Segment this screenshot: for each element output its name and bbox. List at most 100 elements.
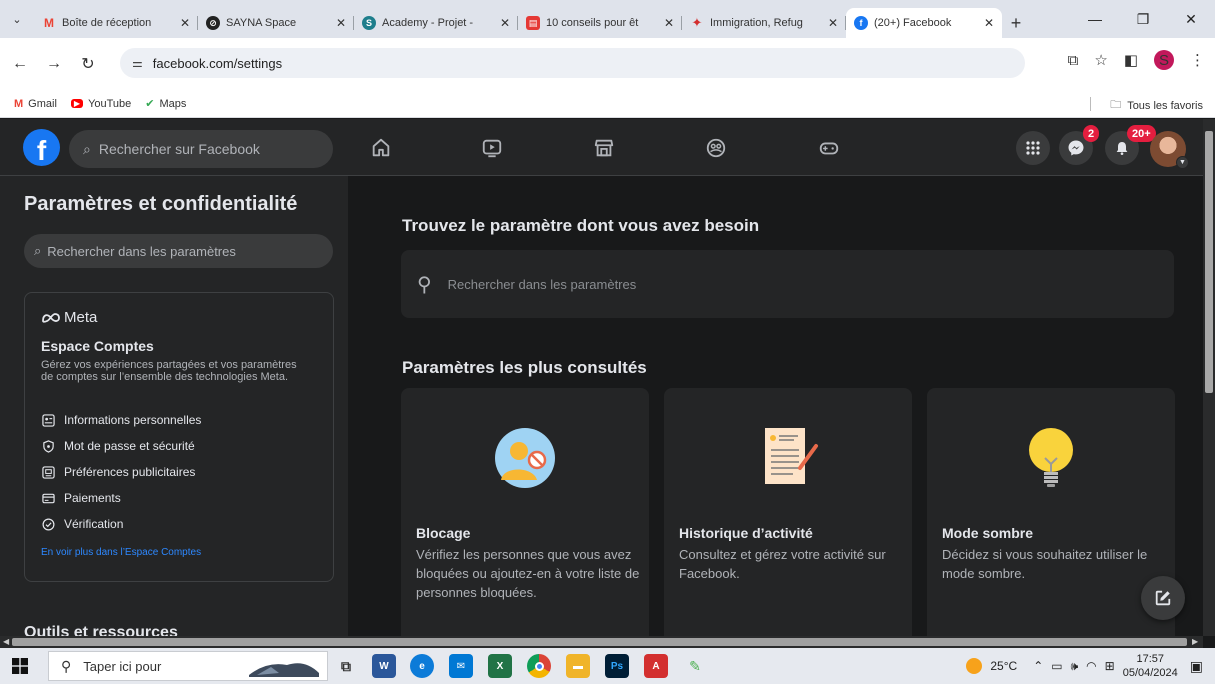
browser-tab-strip: ⌄ M Boîte de réception ✕ ⊘ SAYNA Space ✕…	[0, 0, 1215, 38]
gmail-icon: M	[44, 16, 54, 30]
compose-message-button[interactable]	[1141, 576, 1185, 620]
chrome-icon[interactable]	[527, 654, 551, 678]
edge-icon[interactable]: e	[410, 654, 434, 678]
tab-search-chevron-icon[interactable]: ⌄	[0, 0, 34, 38]
bookmark-maps[interactable]: ✔ Maps	[145, 97, 186, 111]
photoshop-icon[interactable]: Ps	[605, 654, 629, 678]
wifi-icon[interactable]: ◠	[1086, 659, 1096, 673]
close-tab-icon[interactable]: ✕	[984, 16, 994, 30]
settings-main: Trouvez le paramètre dont vous avez beso…	[348, 176, 1203, 636]
reload-icon[interactable]: ↻	[74, 50, 102, 78]
tab-label: (20+) Facebook	[874, 17, 952, 29]
battery-icon[interactable]: ▭	[1051, 659, 1062, 673]
meta-infinity-icon	[42, 312, 60, 323]
close-tab-icon[interactable]: ✕	[180, 16, 190, 30]
sidebar-search-input[interactable]: ⌕ Rechercher dans les paramètres	[24, 234, 333, 268]
tile-activity-log[interactable]: Historique d’activité Consultez et gérez…	[664, 388, 912, 636]
mail-icon[interactable]: ✉	[449, 654, 473, 678]
windows-start-icon[interactable]	[0, 648, 40, 684]
groups-icon[interactable]	[702, 134, 730, 162]
facebook-header: f ⌕ Rechercher sur Facebook 2 20+ ▼	[0, 119, 1203, 176]
folder-icon: 🗀	[1110, 99, 1122, 111]
facebook-search-input[interactable]: ⌕ Rechercher sur Facebook	[69, 130, 333, 168]
tab-article[interactable]: ▤ 10 conseils pour êt ✕	[518, 8, 682, 38]
close-window-icon[interactable]: ✕	[1167, 0, 1215, 38]
close-tab-icon[interactable]: ✕	[336, 16, 346, 30]
paint-icon[interactable]: ✎	[683, 654, 707, 678]
restore-icon[interactable]: ❐	[1119, 0, 1167, 38]
weather-temperature[interactable]: 25°C	[990, 659, 1017, 673]
new-tab-button[interactable]: +	[1002, 8, 1030, 38]
excel-icon[interactable]: X	[488, 654, 512, 678]
back-arrow-icon[interactable]: ←	[6, 50, 34, 78]
sidebar-item-label: Paiements	[64, 491, 121, 505]
chevron-down-icon[interactable]: ▼	[1176, 156, 1189, 169]
accounts-center-more-link[interactable]: En voir plus dans l’Espace Comptes	[41, 547, 201, 558]
weather-sun-icon[interactable]	[966, 658, 983, 674]
profile-avatar[interactable]: S	[1154, 50, 1174, 70]
clock[interactable]: 17:57 05/04/2024	[1123, 652, 1178, 680]
tab-gmail[interactable]: M Boîte de réception ✕	[34, 8, 198, 38]
bookmark-star-icon[interactable]: ☆	[1094, 51, 1107, 69]
taskbar-search-input[interactable]: ⚲ Taper ici pour	[48, 651, 328, 681]
close-tab-icon[interactable]: ✕	[500, 16, 510, 30]
volume-icon[interactable]: 🕪	[1071, 659, 1079, 674]
acrobat-icon[interactable]: A	[644, 654, 668, 678]
menu-kebab-icon[interactable]: ⋮	[1190, 51, 1205, 69]
side-panel-icon[interactable]: ◧	[1124, 51, 1138, 69]
word-icon[interactable]: W	[372, 654, 396, 678]
sidebar-item-label: Informations personnelles	[64, 413, 202, 427]
gaming-icon[interactable]	[815, 134, 843, 162]
url-input[interactable]: ⚌ facebook.com/settings	[120, 48, 1025, 78]
bookmarks-bar: M Gmail ▶ YouTube ✔ Maps 🗀 Tous les favo…	[0, 90, 1215, 118]
tab-facebook[interactable]: f (20+) Facebook ✕	[846, 8, 1002, 38]
all-bookmarks-button[interactable]: 🗀 Tous les favoris	[1110, 96, 1203, 115]
tab-immigration[interactable]: ✦ Immigration, Refug ✕	[682, 8, 846, 38]
article-icon: ▤	[526, 16, 540, 30]
watch-video-icon[interactable]	[478, 134, 506, 162]
horizontal-scroll-thumb[interactable]	[12, 638, 1187, 646]
shield-icon	[41, 439, 55, 453]
forward-arrow-icon[interactable]: →	[40, 50, 68, 78]
search-highlight-illustration-icon	[249, 663, 319, 677]
sidebar-item-verification[interactable]: Vérification	[41, 517, 123, 531]
tile-title: Blocage	[416, 525, 471, 541]
close-tab-icon[interactable]: ✕	[664, 16, 674, 30]
clock-time: 17:57	[1136, 653, 1164, 665]
site-settings-icon[interactable]: ⚌	[132, 56, 143, 70]
chevron-up-icon[interactable]: ⌃	[1033, 659, 1043, 673]
scroll-left-arrow-icon[interactable]: ◀	[3, 637, 9, 646]
menu-grid-icon[interactable]	[1016, 131, 1050, 165]
close-tab-icon[interactable]: ✕	[828, 16, 838, 30]
bookmark-gmail[interactable]: M Gmail	[14, 98, 57, 110]
sidebar-title: Paramètres et confidentialité	[24, 193, 298, 215]
horizontal-scrollbar[interactable]: ◀ ▶	[0, 636, 1203, 648]
find-setting-title: Trouvez le paramètre dont vous avez beso…	[402, 216, 760, 235]
install-app-icon[interactable]: ⧉	[1068, 52, 1079, 69]
meta-label: Meta	[64, 309, 98, 326]
scroll-thumb[interactable]	[1205, 131, 1213, 393]
minimize-icon[interactable]: —	[1071, 0, 1119, 38]
tile-dark-mode[interactable]: Mode sombre Décidez si vous souhaitez ut…	[927, 388, 1175, 636]
vertical-scrollbar[interactable]	[1203, 119, 1215, 636]
scroll-right-arrow-icon[interactable]: ▶	[1192, 637, 1198, 646]
sidebar-item-ad-preferences[interactable]: Préférences publicitaires	[41, 465, 195, 479]
search-icon: ⌕	[34, 243, 42, 258]
facebook-logo[interactable]: f	[23, 129, 60, 166]
tile-blocking[interactable]: Blocage Vérifiez les personnes que vous …	[401, 388, 649, 636]
sidebar-item-payments[interactable]: Paiements	[41, 491, 121, 505]
main-search-input[interactable]: ⚲ Rechercher dans les paramètres	[401, 250, 1174, 318]
notification-center-icon[interactable]: ▣	[1190, 658, 1203, 675]
sidebar-item-personal-info[interactable]: Informations personnelles	[41, 413, 201, 427]
windows-taskbar: ⚲ Taper ici pour ⧉ W e ✉ X ▬ Ps A ✎ 25°C…	[0, 648, 1215, 684]
marketplace-icon[interactable]	[590, 134, 618, 162]
sidebar-item-password-security[interactable]: Mot de passe et sécurité	[41, 439, 195, 453]
bookmark-youtube[interactable]: ▶ YouTube	[70, 98, 131, 110]
tab-academy[interactable]: S Academy - Projet - ✕	[354, 8, 518, 38]
tab-sayna[interactable]: ⊘ SAYNA Space ✕	[198, 8, 354, 38]
task-view-icon[interactable]: ⧉	[334, 654, 358, 678]
home-icon[interactable]	[367, 134, 395, 162]
file-explorer-icon[interactable]: ▬	[566, 654, 590, 678]
accounts-center-description: Gérez vos expériences partagées et vos p…	[41, 359, 297, 383]
ime-icon[interactable]: ⊞	[1105, 659, 1115, 673]
